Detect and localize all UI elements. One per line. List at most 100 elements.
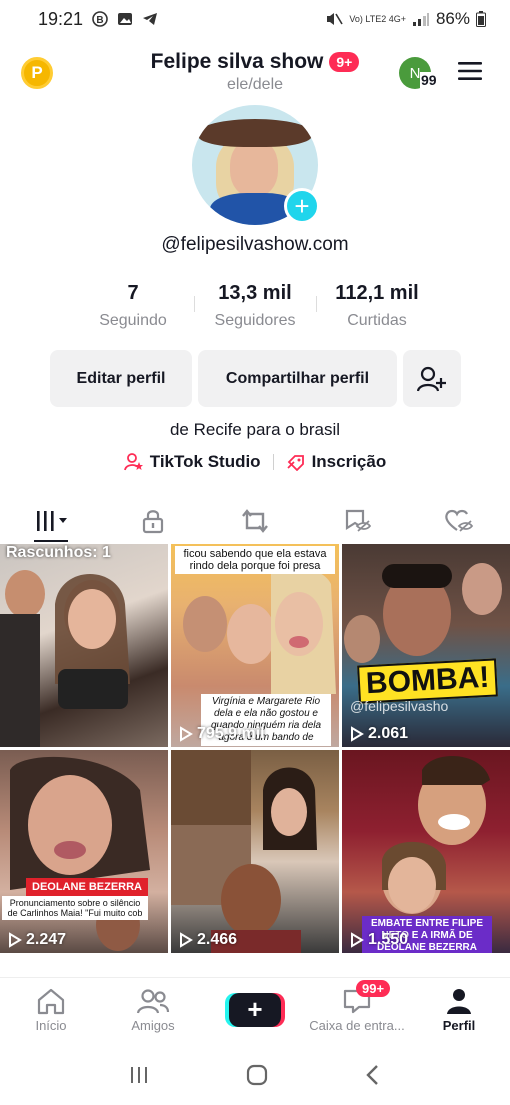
play-icon xyxy=(351,932,364,948)
view-count: 2.247 xyxy=(8,931,66,949)
hidden-heart-icon xyxy=(445,509,474,532)
play-icon xyxy=(351,726,364,742)
create-button[interactable]: + xyxy=(229,992,281,1027)
add-story-button[interactable]: + xyxy=(284,188,320,224)
profile-header: P Felipe silva show 9+ ele/dele N 99 xyxy=(0,44,510,100)
nav-inbox[interactable]: 99+ Caixa de entra... xyxy=(306,978,408,1041)
share-profile-button[interactable]: Compartilhar perfil xyxy=(198,350,397,407)
profile-icon xyxy=(447,988,471,1014)
b-app-icon: B xyxy=(92,11,108,27)
thumbnail-art xyxy=(10,756,150,951)
add-friend-button[interactable] xyxy=(403,350,461,407)
stat-label: Seguindo xyxy=(99,312,167,329)
profile-title[interactable]: Felipe silva show xyxy=(151,50,324,74)
nav-profile[interactable]: Perfil xyxy=(408,978,510,1041)
tab-reposts[interactable] xyxy=(204,500,306,542)
stat-label: Seguidores xyxy=(214,312,296,329)
username: @felipesilvashow.com xyxy=(161,234,349,255)
system-nav xyxy=(0,1045,510,1105)
battery-icon xyxy=(476,11,486,27)
back-icon[interactable] xyxy=(363,1063,383,1087)
nav-friends-label: Amigos xyxy=(131,1017,175,1033)
bio: de Recife para o brasil xyxy=(169,420,341,439)
video-thumbnail[interactable]: BOMBA! @felipesilvasho 2.061 xyxy=(342,544,510,747)
telegram-icon xyxy=(142,12,158,26)
tab-liked[interactable] xyxy=(408,500,510,542)
video-thumbnail[interactable]: Rascunhos: 1 xyxy=(0,544,168,747)
bomba-label: BOMBA! xyxy=(357,658,499,704)
bottom-nav: Início Amigos + 99+ Caixa de entra... Pe… xyxy=(0,977,510,1041)
stat-followers[interactable]: 13,3 mil Seguidores xyxy=(194,282,316,330)
gallery-icon xyxy=(117,12,133,26)
thumbnail-art xyxy=(344,563,502,663)
stat-divider xyxy=(194,296,195,312)
red-label: DEOLANE BEZERRA xyxy=(26,878,149,896)
recent-apps-icon[interactable] xyxy=(127,1064,151,1086)
video-thumbnail[interactable]: ficou sabendo que ela estava rindo dela … xyxy=(171,544,339,747)
nav-profile-label: Perfil xyxy=(442,1017,476,1033)
video-grid: Rascunhos: 1 ficou sabendo que ela estav… xyxy=(0,544,510,953)
stat-divider xyxy=(316,296,317,312)
view-count-value: 795,9 mil xyxy=(197,725,265,742)
nav-home-label: Início xyxy=(35,1017,67,1033)
mute-icon xyxy=(325,11,344,27)
tiktok-studio-link[interactable]: TikTok Studio xyxy=(123,452,261,472)
video-thumbnail[interactable]: EMBATE ENTRE FILIPE NETO E A IRMÃ DE DEO… xyxy=(342,750,510,953)
title-badge: 9+ xyxy=(329,52,360,72)
view-count: 2.466 xyxy=(179,931,237,949)
stat-following[interactable]: 7 Seguindo xyxy=(72,282,194,330)
subscription-icon xyxy=(286,455,304,471)
video-thumbnail[interactable]: 2.466 xyxy=(171,750,339,953)
stat-likes[interactable]: 112,1 mil Curtidas xyxy=(316,282,438,330)
status-bar: 19:21 B Vo) LTE2 4G+ 86% xyxy=(0,0,510,38)
video-caption: Pronunciamento sobre o silêncio de Carli… xyxy=(2,896,148,920)
nav-friends[interactable]: Amigos xyxy=(102,978,204,1041)
stat-value: 7 xyxy=(127,282,139,304)
profile-stats: 7 Seguindo 13,3 mil Seguidores 112,1 mil… xyxy=(72,282,438,330)
grid-icon xyxy=(37,511,67,531)
view-count-value: 2.061 xyxy=(368,725,409,742)
subscription-label: Inscrição xyxy=(311,452,387,471)
studio-icon xyxy=(123,453,143,471)
nav-home[interactable]: Início xyxy=(0,978,102,1041)
stat-value: 13,3 mil xyxy=(218,282,292,304)
view-count-value: 2.247 xyxy=(26,931,67,948)
link-divider xyxy=(272,454,274,470)
view-count-value: 2.466 xyxy=(197,931,238,948)
home-system-icon[interactable] xyxy=(244,1062,270,1088)
video-thumbnail[interactable]: DEOLANE BEZERRA Pronunciamento sobre o s… xyxy=(0,750,168,953)
network-label: Vo) LTE2 4G+ xyxy=(349,13,406,24)
account-avatar-letter: N xyxy=(409,64,421,82)
account-avatar-count: 99 xyxy=(420,72,438,88)
play-icon xyxy=(180,932,193,948)
lock-icon xyxy=(142,510,164,534)
video-caption-top: ficou sabendo que ela estava rindo dela … xyxy=(175,546,335,574)
play-icon xyxy=(9,932,22,948)
battery-percent: 86% xyxy=(435,9,470,28)
thumbnail-art xyxy=(0,570,130,747)
tab-private[interactable] xyxy=(102,500,204,542)
view-count-value: 1.550 xyxy=(368,931,409,948)
drafts-label: Rascunhos: 1 xyxy=(6,544,111,561)
view-count: 2.061 xyxy=(350,725,408,743)
add-friend-icon xyxy=(417,366,446,391)
home-icon xyxy=(37,988,65,1014)
subscription-link[interactable]: Inscrição xyxy=(286,452,387,472)
profile-actions: Editar perfil Compartilhar perfil xyxy=(50,350,461,407)
menu-icon[interactable] xyxy=(456,60,484,82)
stat-value: 112,1 mil xyxy=(335,282,419,304)
view-count: 795,9 mil xyxy=(179,725,265,743)
play-icon xyxy=(180,726,193,742)
tab-favorites[interactable] xyxy=(306,500,408,542)
signal-icon xyxy=(412,12,430,26)
edit-profile-button[interactable]: Editar perfil xyxy=(50,350,192,407)
nav-create[interactable]: + xyxy=(204,978,306,1041)
content-tabs xyxy=(0,500,510,542)
thumbnail-art xyxy=(171,750,317,953)
tab-videos[interactable] xyxy=(0,500,102,542)
tiktok-studio-label: TikTok Studio xyxy=(149,452,261,471)
inbox-badge: 99+ xyxy=(356,980,391,997)
stat-label: Curtidas xyxy=(347,312,407,329)
nav-inbox-label: Caixa de entra... xyxy=(309,1017,405,1033)
profile-links: TikTok Studio Inscrição xyxy=(0,452,510,472)
